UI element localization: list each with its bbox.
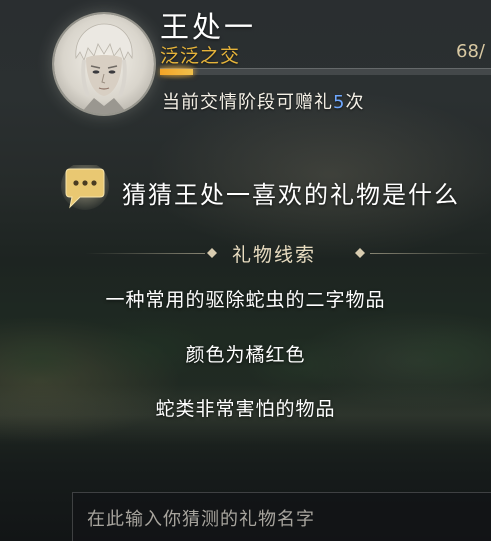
diamond-ornament-icon xyxy=(207,248,217,258)
gift-guess-panel: 王处一 泛泛之交 68/ 当前交情阶段可赠礼5次 猜猜王处一喜欢的礼物是什么 礼… xyxy=(0,0,491,541)
clue-divider-left xyxy=(85,253,205,254)
gift-guess-input[interactable] xyxy=(72,492,491,541)
clue-item: 颜色为橘红色 xyxy=(185,344,306,366)
clue-item: 蛇类非常害怕的物品 xyxy=(155,398,336,420)
friendship-progress-fill xyxy=(160,69,194,75)
clue-divider-right xyxy=(370,253,490,254)
gift-count: 5 xyxy=(333,92,346,113)
gift-status: 当前交情阶段可赠礼5次 xyxy=(162,88,364,114)
gift-status-suffix: 次 xyxy=(345,92,365,113)
gift-question: 猜猜王处一喜欢的礼物是什么 xyxy=(122,181,460,209)
npc-name: 王处一 xyxy=(160,10,257,44)
gift-status-prefix: 当前交情阶段可赠礼 xyxy=(162,92,333,113)
npc-portrait-icon[interactable] xyxy=(54,14,154,114)
clue-header: 礼物线索 xyxy=(0,240,491,268)
friendship-value: 68/ xyxy=(456,41,485,62)
diamond-ornament-icon xyxy=(355,248,365,258)
clue-item: 一种常用的驱除蛇虫的二字物品 xyxy=(105,289,386,311)
friendship-progress-bar xyxy=(160,68,491,75)
chat-bubble-icon xyxy=(61,165,109,210)
clue-title: 礼物线索 xyxy=(232,244,317,266)
